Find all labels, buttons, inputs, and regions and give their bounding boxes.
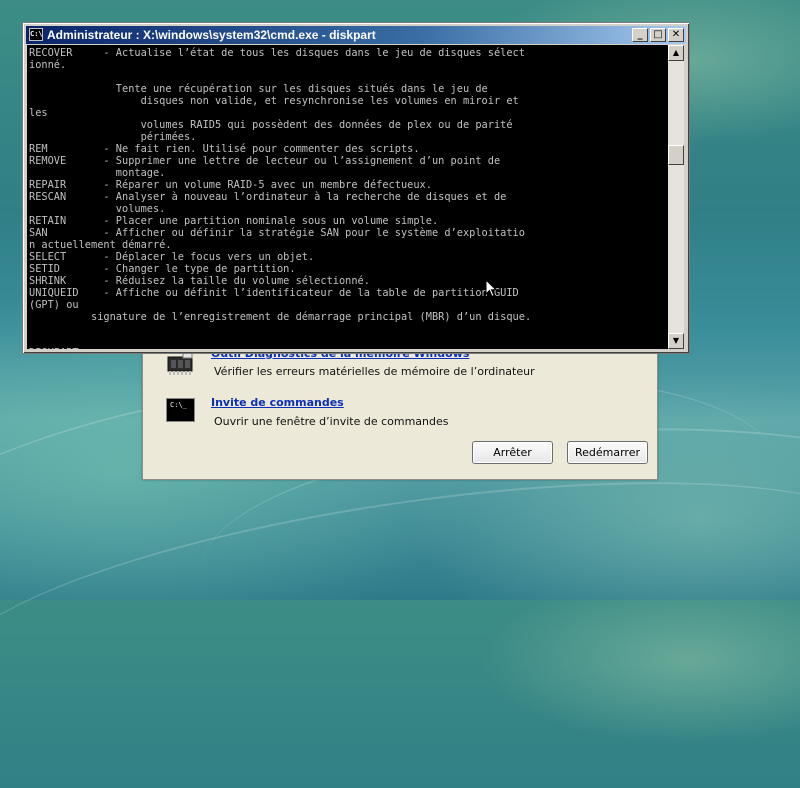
mouse-cursor-icon (485, 279, 497, 298)
restart-button[interactable]: Redémarrer (567, 441, 648, 464)
console-prompt: DISKPART> (29, 347, 91, 349)
console-line: périmées. (29, 131, 197, 143)
console-line: SHRINK - Réduisez la taille du volume sé… (29, 275, 370, 287)
cmd-window-icon-text: C:\ (30, 30, 43, 38)
console-line: SAN - Afficher ou définir la stratégie S… (29, 227, 525, 239)
console-line: volumes. (29, 203, 166, 215)
console-line: signature de l’enregistrement de démarra… (29, 311, 532, 323)
console-line: n actuellement démarré. (29, 239, 172, 251)
command-prompt-description: Ouvrir une fenêtre d’invite de commandes (214, 415, 449, 428)
console-line: REMOVE - Supprimer une lettre de lecteur… (29, 155, 501, 167)
command-prompt-link[interactable]: Invite de commandes (211, 396, 344, 409)
console-line: RETAIN - Placer une partition nominale s… (29, 215, 439, 227)
shutdown-button[interactable]: Arrêter (472, 441, 553, 464)
console-line: ionné. (29, 59, 67, 71)
cmd-window: C:\ Administrateur : X:\windows\system32… (22, 22, 690, 354)
console-line: volumes RAID5 qui possèdent des données … (29, 119, 513, 131)
console-line: montage. (29, 167, 166, 179)
maximize-button[interactable]: □ (650, 28, 666, 42)
cmd-window-icon: C:\ (29, 28, 43, 41)
console-line: Tente une récupération sur les disques s… (29, 83, 488, 95)
console-line: RESCAN - Analyser à nouveau l’ordinateur… (29, 191, 507, 203)
memory-chip-icon (167, 351, 193, 375)
scroll-up-button[interactable]: ▲ (668, 45, 684, 61)
command-prompt-icon: C:\_ (166, 398, 195, 422)
cmd-window-title: Administrateur : X:\windows\system32\cmd… (47, 28, 376, 42)
minimize-button[interactable]: _ (632, 28, 648, 42)
console-output[interactable]: RECOVER - Actualise l’état de tous les d… (27, 45, 668, 349)
console-line: les (29, 107, 48, 119)
close-icon: ✕ (671, 29, 681, 40)
system-recovery-dialog: Outil Diagnostics de la mémoire Windows … (142, 338, 658, 480)
console-line: REM - Ne fait rien. Utilisé pour comment… (29, 143, 420, 155)
console-line: UNIQUEID - Affiche ou définit l’identifi… (29, 287, 519, 299)
scrollbar-thumb[interactable] (668, 145, 684, 165)
console-line: RECOVER - Actualise l’état de tous les d… (29, 47, 525, 59)
console-line: REPAIR - Réparer un volume RAID-5 avec u… (29, 179, 432, 191)
maximize-icon: □ (653, 29, 663, 40)
close-button[interactable]: ✕ (668, 28, 684, 42)
memory-diagnostics-description: Vérifier les erreurs matérielles de mémo… (214, 365, 535, 378)
console-line: disques non valide, et resynchronise les… (29, 95, 519, 107)
console-text: RECOVER - Actualise l’état de tous les d… (27, 45, 668, 349)
minimize-icon: _ (637, 29, 643, 40)
vertical-scrollbar[interactable]: ▲ ▼ (668, 45, 684, 349)
cmd-title-bar[interactable]: C:\ Administrateur : X:\windows\system32… (26, 26, 686, 44)
console-line: SELECT - Déplacer le focus vers un objet… (29, 251, 315, 263)
tool-command-prompt: C:\_ Invite de commandes Ouvrir une fenê… (143, 389, 657, 433)
console-line: (GPT) ou (29, 299, 79, 311)
scroll-down-button[interactable]: ▼ (668, 333, 684, 349)
console-line: SETID - Changer le type de partition. (29, 263, 296, 275)
command-prompt-icon-text: C:\_ (170, 401, 187, 409)
